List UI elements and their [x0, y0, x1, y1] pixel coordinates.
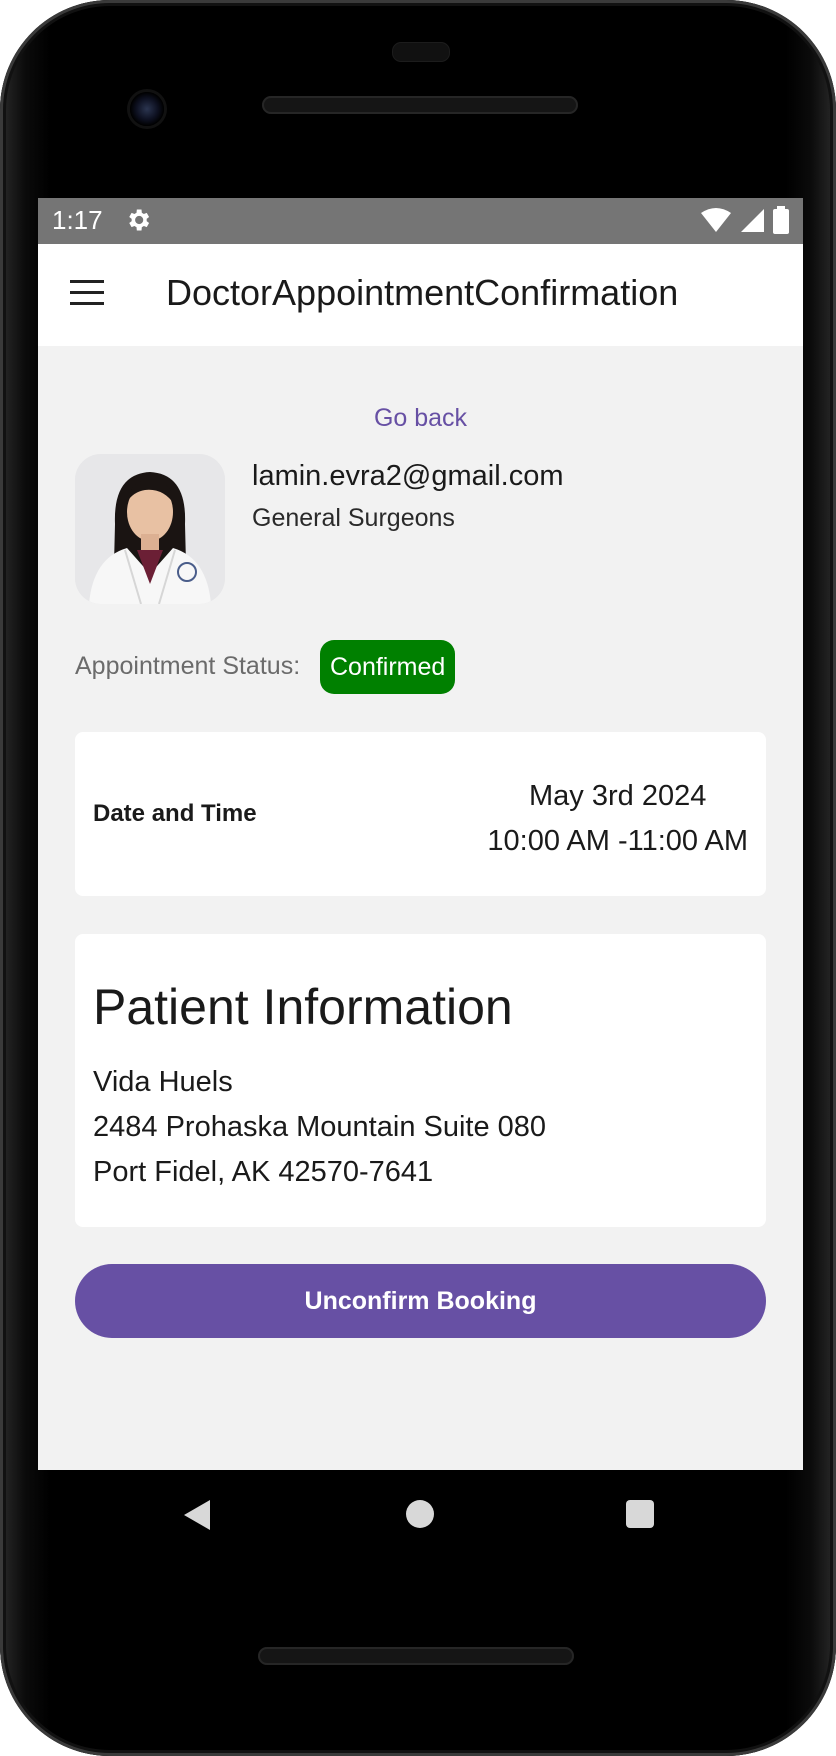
patient-address-line1: 2484 Prohaska Mountain Suite 080 [93, 1111, 547, 1143]
app-bar: DoctorAppointmentConfirmation [38, 244, 803, 346]
wifi-icon [701, 208, 731, 232]
go-back-link[interactable]: Go back [38, 404, 803, 433]
status-bar: 1:17 [38, 198, 803, 244]
back-icon[interactable] [182, 1498, 212, 1532]
recents-icon[interactable] [626, 1500, 654, 1528]
gear-icon [129, 209, 150, 231]
appointment-status-label: Appointment Status: [75, 652, 301, 680]
doctor-photo [75, 454, 225, 604]
doctor-email: lamin.evra2@gmail.com [252, 460, 564, 492]
battery-icon [773, 206, 789, 234]
patient-address-line2: Port Fidel, AK 42570-7641 [93, 1156, 434, 1188]
unconfirm-booking-button[interactable]: Unconfirm Booking [75, 1264, 766, 1338]
patient-details: Vida Huels 2484 Prohaska Mountain Suite … [93, 1060, 546, 1195]
date-time-label: Date and Time [93, 800, 257, 827]
nav-bar [0, 1470, 836, 1560]
doctor-avatar [75, 454, 225, 604]
home-icon[interactable] [406, 1500, 434, 1528]
signal-icon [741, 209, 764, 232]
bottom-speaker [258, 1647, 574, 1665]
earpiece-speaker [262, 96, 578, 114]
patient-info-title: Patient Information [93, 979, 513, 1035]
status-icons [701, 206, 789, 234]
date-time-card: Date and Time May 3rd 2024 10:00 AM -11:… [75, 732, 766, 896]
phone-frame: 1:17 DoctorAppointmentConfirmation Go ba… [0, 0, 836, 1756]
sensor [392, 42, 450, 62]
patient-info-card: Patient Information Vida Huels 2484 Proh… [75, 934, 766, 1227]
status-time: 1:17 [52, 205, 103, 235]
menu-icon[interactable] [70, 280, 104, 308]
doctor-specialty: General Surgeons [252, 504, 455, 532]
front-camera [130, 92, 164, 126]
date-time-values: May 3rd 2024 10:00 AM -11:00 AM [487, 774, 748, 864]
patient-name: Vida Huels [93, 1066, 233, 1098]
screen: 1:17 DoctorAppointmentConfirmation Go ba… [38, 198, 803, 1470]
appointment-date: May 3rd 2024 [529, 780, 707, 812]
status-badge: Confirmed [320, 640, 456, 694]
app-title: DoctorAppointmentConfirmation [166, 272, 679, 313]
appointment-time: 10:00 AM -11:00 AM [487, 825, 748, 857]
